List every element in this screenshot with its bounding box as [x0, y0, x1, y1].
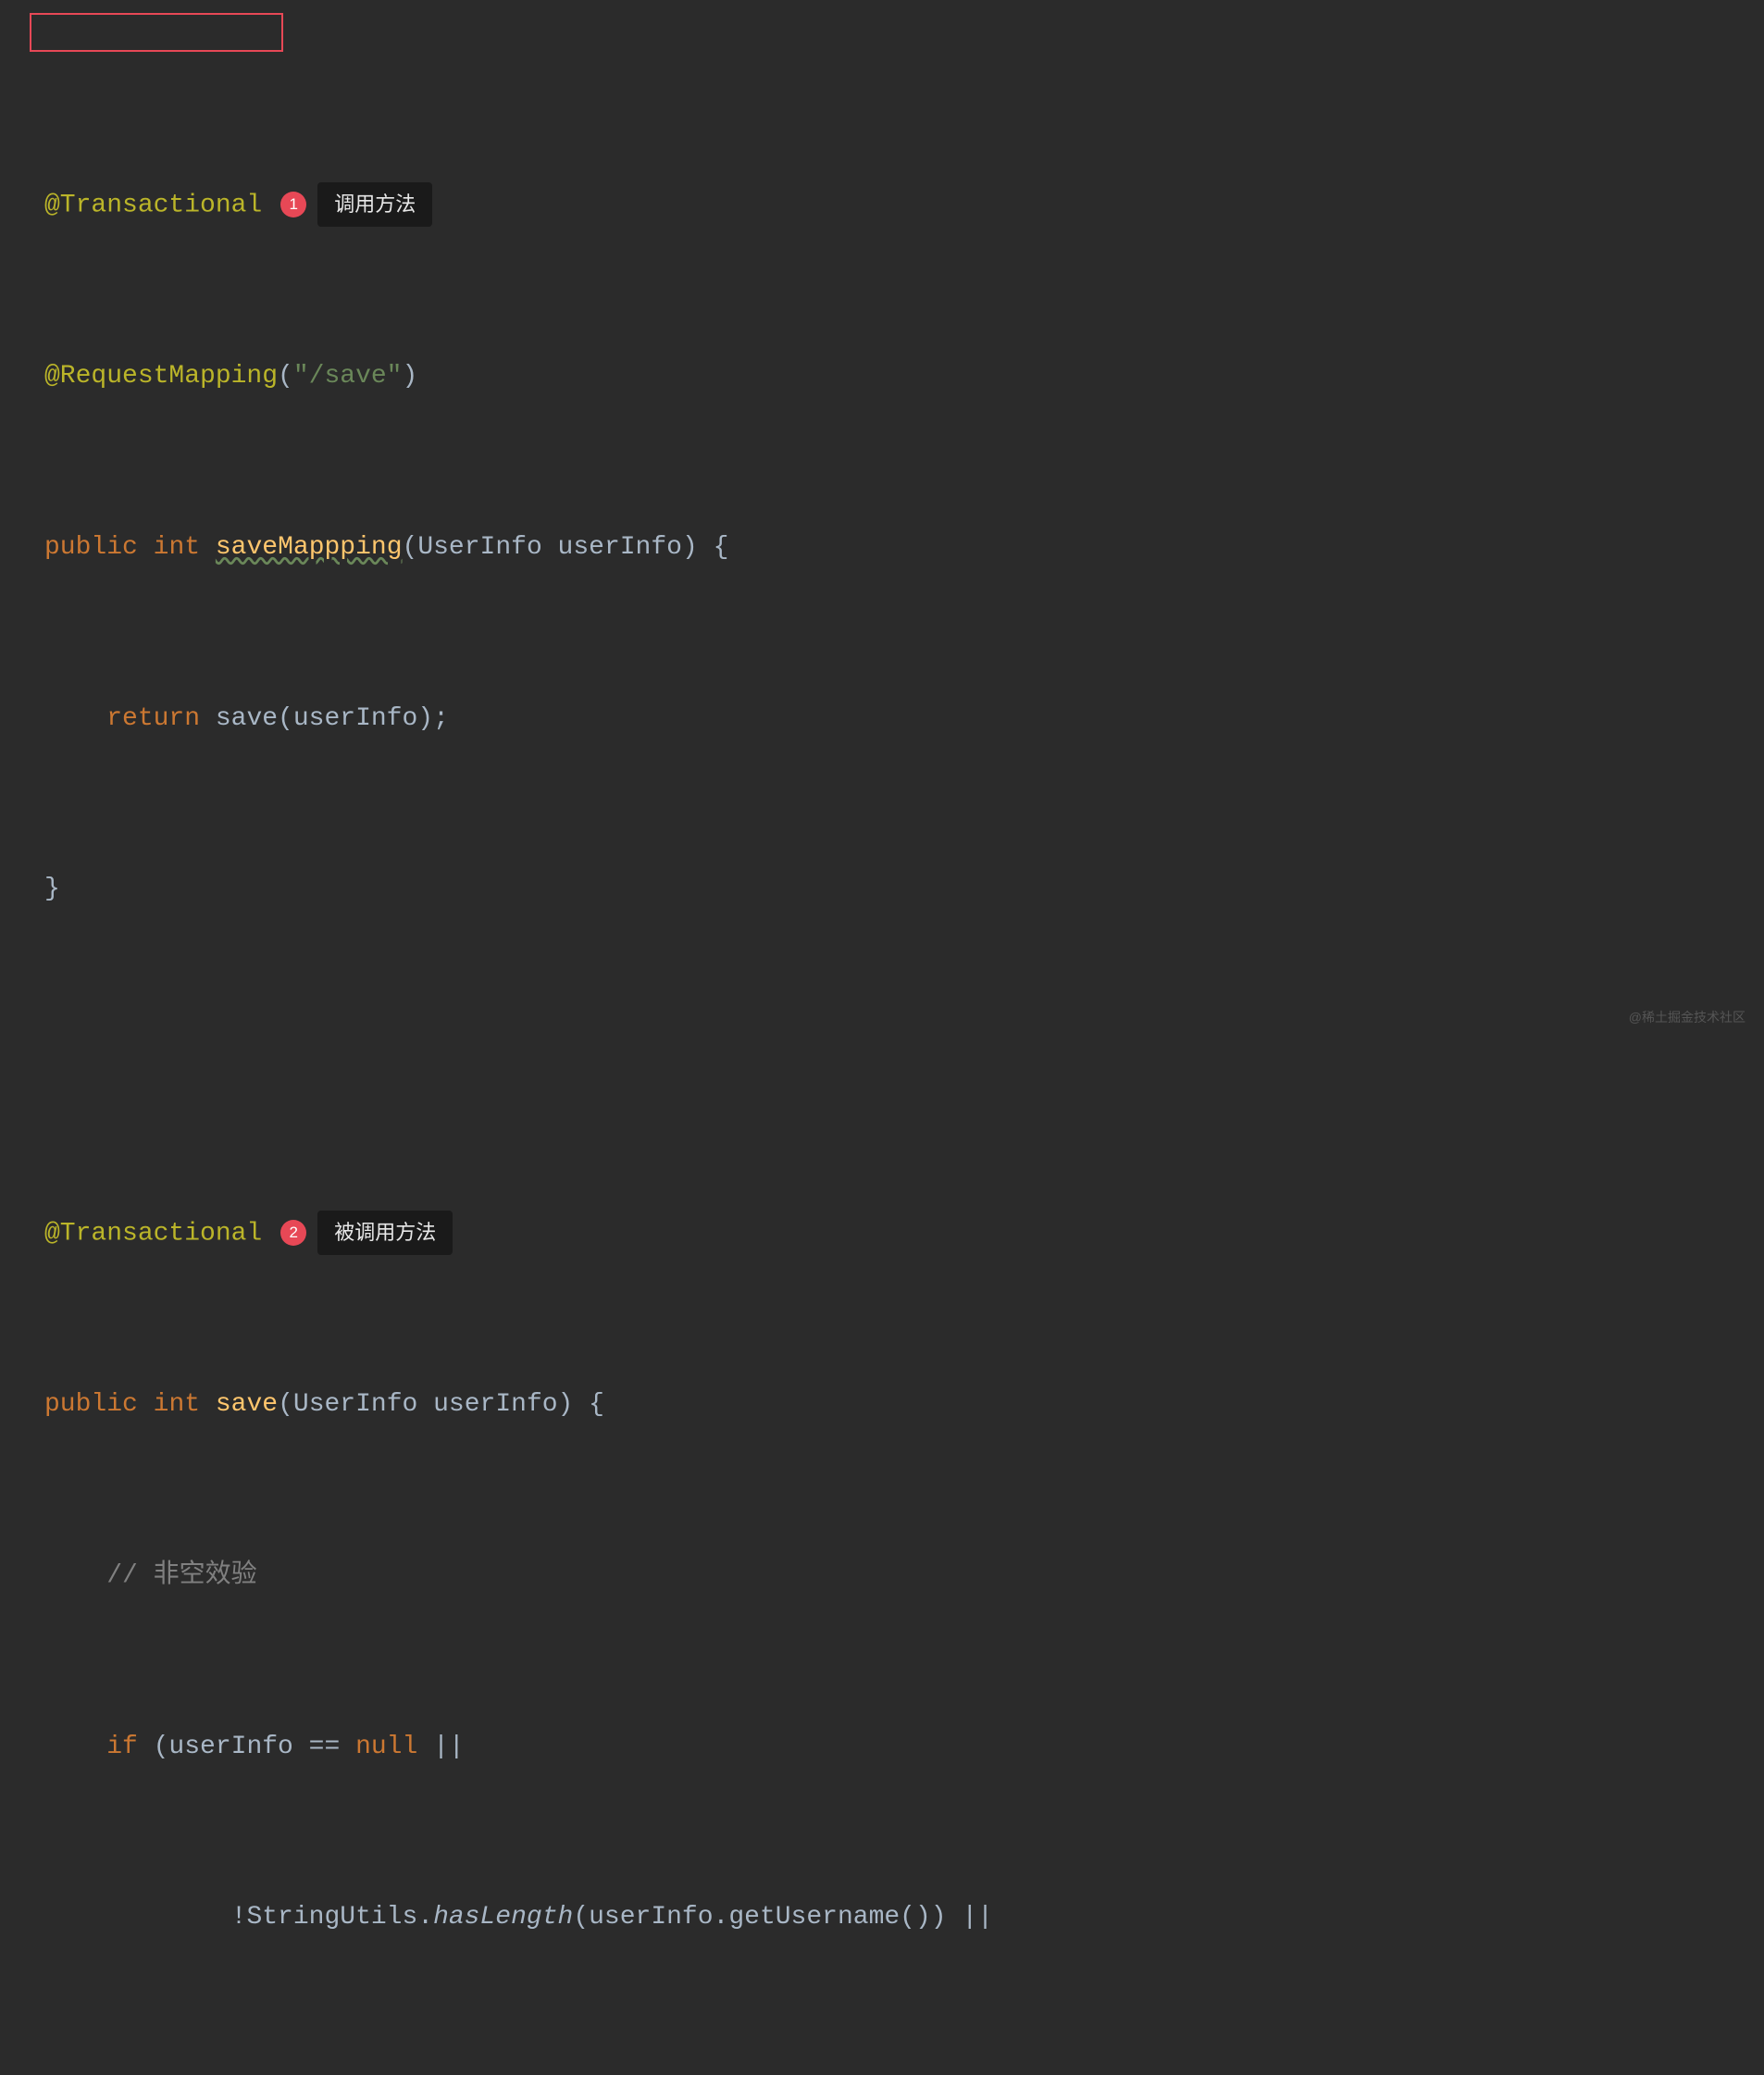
code-editor[interactable]: @Transactional 1 调用方法 @RequestMapping("/sa… [0, 11, 1764, 2075]
method-saveMappping: saveMappping [216, 533, 403, 562]
keyword-int: int [154, 1390, 200, 1419]
brace: } [44, 875, 60, 903]
annotation-transactional: @Transactional [44, 191, 262, 219]
annotation-requestmapping: @RequestMapping [44, 362, 278, 391]
indent [44, 1561, 106, 1590]
method-hasLength: hasLength [433, 1903, 573, 1932]
highlight-box [30, 13, 283, 52]
code-line[interactable]: if (userInfo == null || [0, 1726, 1764, 1769]
indent [44, 704, 106, 733]
code-line[interactable]: !StringUtils.hasLength(userInfo.getUsern… [0, 1896, 1764, 1939]
code-line[interactable]: !StringUtils.hasLength(userInfo.getPassw… [0, 2068, 1764, 2075]
code-line[interactable]: return save(userInfo); [0, 698, 1764, 740]
keyword-return: return [106, 704, 200, 733]
string-literal: "/save" [293, 362, 403, 391]
params: (UserInfo userInfo) { [403, 533, 729, 562]
code-line[interactable]: @RequestMapping("/save") [0, 355, 1764, 398]
indent [44, 1733, 106, 1761]
paren: ) [402, 362, 417, 391]
code-line[interactable]: @Transactional 1 调用方法 [0, 182, 1764, 228]
comment: // 非空效验 [106, 1561, 256, 1590]
code-line[interactable]: public int saveMappping(UserInfo userInf… [0, 527, 1764, 569]
tooltip-callee: 被调用方法 [317, 1211, 453, 1255]
expr: (userInfo.getUsername()) || [573, 1903, 993, 1932]
keyword-if: if [106, 1733, 138, 1761]
call: save(userInfo); [200, 704, 449, 733]
code-line[interactable]: @Transactional 2 被调用方法 [0, 1211, 1764, 1256]
expr: (userInfo == [138, 1733, 355, 1761]
expr: !StringUtils. [231, 2074, 433, 2075]
code-line-blank[interactable] [0, 1039, 1764, 1082]
method-save: save [216, 1390, 278, 1419]
keyword-public: public [44, 1390, 138, 1419]
keyword-null: null [355, 1733, 417, 1761]
badge-2: 2 [280, 1220, 306, 1246]
code-line[interactable]: // 非空效验 [0, 1555, 1764, 1597]
expr: || [417, 1733, 464, 1761]
paren: ( [278, 362, 293, 391]
expr: !StringUtils. [231, 1903, 433, 1932]
badge-1: 1 [280, 192, 306, 217]
tooltip-caller: 调用方法 [317, 182, 432, 227]
watermark: @稀土掘金技术社区 [1629, 1007, 1745, 1028]
indent [44, 2074, 231, 2075]
method-hasLength: hasLength [433, 2074, 573, 2075]
indent [44, 1903, 231, 1932]
keyword-int: int [154, 533, 200, 562]
code-line[interactable]: public int save(UserInfo userInfo) { [0, 1384, 1764, 1426]
keyword-public: public [44, 533, 138, 562]
expr: (userInfo.getPassword())) [573, 2074, 962, 2075]
params: (UserInfo userInfo) { [278, 1390, 604, 1419]
code-line[interactable]: } [0, 868, 1764, 911]
annotation-transactional: @Transactional [44, 1219, 262, 1248]
